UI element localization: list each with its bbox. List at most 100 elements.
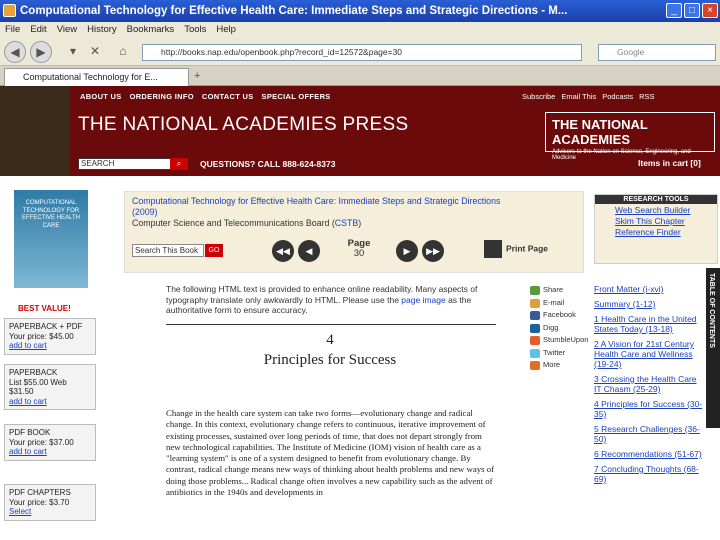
- questions-phone: QUESTIONS? CALL 888-624-8373: [200, 159, 336, 169]
- buy-option: PAPERBACK List $55.00 Web $31.50 add to …: [4, 364, 96, 410]
- prev-page-button[interactable]: ◀: [298, 240, 320, 262]
- share-icon: [530, 286, 540, 295]
- page-indicator: Page 30: [344, 239, 374, 259]
- menu-history[interactable]: History: [82, 22, 122, 38]
- stop-icon[interactable]: ✕: [84, 41, 106, 63]
- firefox-icon: [3, 4, 16, 17]
- add-to-cart-link[interactable]: add to cart: [9, 397, 47, 406]
- book-title-link[interactable]: Computational Technology for Effective H…: [132, 196, 572, 207]
- back-button[interactable]: ◀: [4, 41, 26, 63]
- envelope-icon: [530, 298, 540, 308]
- dropdown-arrow-icon[interactable]: ▾: [62, 41, 84, 63]
- toc-item[interactable]: Summary (1-12): [594, 299, 706, 309]
- print-label: Print Page: [506, 243, 549, 254]
- podcasts-link[interactable]: Podcasts: [602, 92, 633, 101]
- buy-option-title: PAPERBACK + PDF: [9, 322, 83, 331]
- toc-item[interactable]: 6 Recommendations (51-67): [594, 449, 706, 459]
- chapter-title: Principles for Success: [263, 352, 397, 368]
- cstb-link[interactable]: CSTB: [335, 218, 358, 228]
- twitter-link[interactable]: Twitter: [530, 347, 588, 360]
- toc-item-current[interactable]: 4 Principles for Success (30-35): [594, 399, 706, 419]
- url-bar[interactable]: http://books.nap.edu/openbook.php?record…: [142, 44, 582, 61]
- digg-link[interactable]: Digg: [530, 322, 588, 335]
- window-title: Computational Technology for Effective H…: [20, 5, 568, 17]
- board-line: Computer Science and Telecommunications …: [132, 218, 572, 229]
- nav-special-offers[interactable]: SPECIAL OFFERS: [262, 92, 331, 101]
- menu-bookmarks[interactable]: Bookmarks: [122, 22, 180, 38]
- web-search-builder-link[interactable]: Web Search Builder: [595, 204, 717, 215]
- minimize-button[interactable]: _: [666, 3, 682, 18]
- email-share-link[interactable]: E-mail: [530, 297, 588, 310]
- divider: [166, 324, 496, 325]
- menu-bar: File Edit View History Bookmarks Tools Help: [0, 22, 720, 38]
- toc-item[interactable]: 2 A Vision for 21st Century Health Care …: [594, 339, 706, 369]
- home-icon[interactable]: ⌂: [112, 41, 134, 63]
- tab-label: Computational Technology for E...: [23, 72, 158, 82]
- search-this-book-input[interactable]: Search This Book: [132, 244, 204, 257]
- print-page-button[interactable]: Print Page: [484, 240, 548, 258]
- research-tools-box: RESEARCH TOOLS Web Search Builder Skim T…: [594, 194, 718, 264]
- board-prefix: Computer Science and Telecommunications …: [132, 218, 335, 228]
- facebook-link[interactable]: Facebook: [530, 309, 588, 322]
- reference-finder-link[interactable]: Reference Finder: [595, 226, 717, 237]
- new-tab-button[interactable]: +: [194, 70, 200, 82]
- toc-item[interactable]: 1 Health Care in the United States Today…: [594, 314, 706, 334]
- add-to-cart-link[interactable]: add to cart: [9, 447, 47, 456]
- browser-search-input[interactable]: Google: [598, 44, 716, 61]
- chapter-body: Change in the health care system can tak…: [166, 408, 495, 498]
- tab-bar: Computational Technology for E... +: [0, 66, 720, 86]
- buy-option-price: Your price: $3.70: [9, 497, 70, 507]
- page-image-link[interactable]: page image: [401, 295, 445, 305]
- buy-option-price: Your price: $45.00: [9, 331, 74, 341]
- toc-item[interactable]: 7 Concluding Thoughts (68-69): [594, 464, 706, 484]
- forward-button[interactable]: ▶: [30, 41, 52, 63]
- nap-emblem: [0, 86, 70, 176]
- toc-item[interactable]: 3 Crossing the Health Care IT Chasm (25-…: [594, 374, 706, 394]
- next-page-button[interactable]: ▶: [396, 240, 418, 262]
- share-list: Share E-mail Facebook Digg StumbleUpon T…: [530, 284, 588, 372]
- toc-tab[interactable]: TABLE OF CONTENTS: [706, 268, 720, 428]
- menu-view[interactable]: View: [52, 22, 82, 38]
- close-button[interactable]: ×: [702, 3, 718, 18]
- nav-about-us[interactable]: ABOUT US: [80, 92, 122, 101]
- page-number: 30: [353, 248, 365, 259]
- rss-link[interactable]: RSS: [639, 92, 654, 101]
- facebook-icon: [530, 311, 540, 320]
- research-tools-head: RESEARCH TOOLS: [595, 195, 717, 204]
- share-link[interactable]: Share: [530, 284, 588, 297]
- top-nav: ABOUT US ORDERING INFO CONTACT US SPECIAL O…: [80, 92, 339, 101]
- menu-edit[interactable]: Edit: [25, 22, 51, 38]
- nap-logo[interactable]: THE NATIONAL ACADEMIES PRESS: [78, 114, 408, 136]
- buy-option-title: PAPERBACK: [9, 368, 58, 377]
- chapter-number: 4: [326, 332, 334, 348]
- select-chapters-link[interactable]: Select: [9, 507, 31, 516]
- plus-icon: [530, 361, 540, 370]
- nav-ordering-info[interactable]: ORDERING INFO: [130, 92, 194, 101]
- maximize-button[interactable]: □: [684, 3, 700, 18]
- tab-active[interactable]: Computational Technology for E...: [4, 68, 189, 86]
- search-book-go-button[interactable]: GO: [205, 244, 223, 257]
- buy-option: PDF BOOK Your price: $37.00 add to cart: [4, 424, 96, 461]
- buy-option-title: PDF CHAPTERS: [9, 488, 71, 497]
- search-icon[interactable]: ⌕: [170, 158, 188, 170]
- book-year: (2009): [132, 207, 158, 217]
- first-page-button[interactable]: ◀◀: [272, 240, 294, 262]
- toc-item[interactable]: 5 Research Challenges (36-50): [594, 424, 706, 444]
- menu-help[interactable]: Help: [211, 22, 241, 38]
- email-this-link[interactable]: Email This: [561, 92, 596, 101]
- subscribe-link[interactable]: Subscribe: [522, 92, 555, 101]
- nav-contact-us[interactable]: CONTACT US: [202, 92, 254, 101]
- skim-chapter-link[interactable]: Skim This Chapter: [595, 215, 717, 226]
- book-cover[interactable]: COMPUTATIONAL TECHNOLOGY FOR EFFECTIVE H…: [14, 190, 88, 288]
- toc-item[interactable]: Front Matter (i-xvi): [594, 284, 706, 294]
- more-share-link[interactable]: More: [530, 359, 588, 372]
- cart-link[interactable]: Items in cart [0]: [638, 158, 701, 168]
- last-page-button[interactable]: ▶▶: [422, 240, 444, 262]
- stumbleupon-link[interactable]: StumbleUpon: [530, 334, 588, 347]
- menu-tools[interactable]: Tools: [179, 22, 211, 38]
- national-academies-logo[interactable]: THE NATIONAL ACADEMIES Advisers to the N…: [545, 112, 715, 161]
- menu-file[interactable]: File: [0, 22, 25, 38]
- add-to-cart-link[interactable]: add to cart: [9, 341, 47, 350]
- table-of-contents: Front Matter (i-xvi) Summary (1-12) 1 He…: [594, 284, 706, 489]
- printer-icon: [484, 240, 502, 258]
